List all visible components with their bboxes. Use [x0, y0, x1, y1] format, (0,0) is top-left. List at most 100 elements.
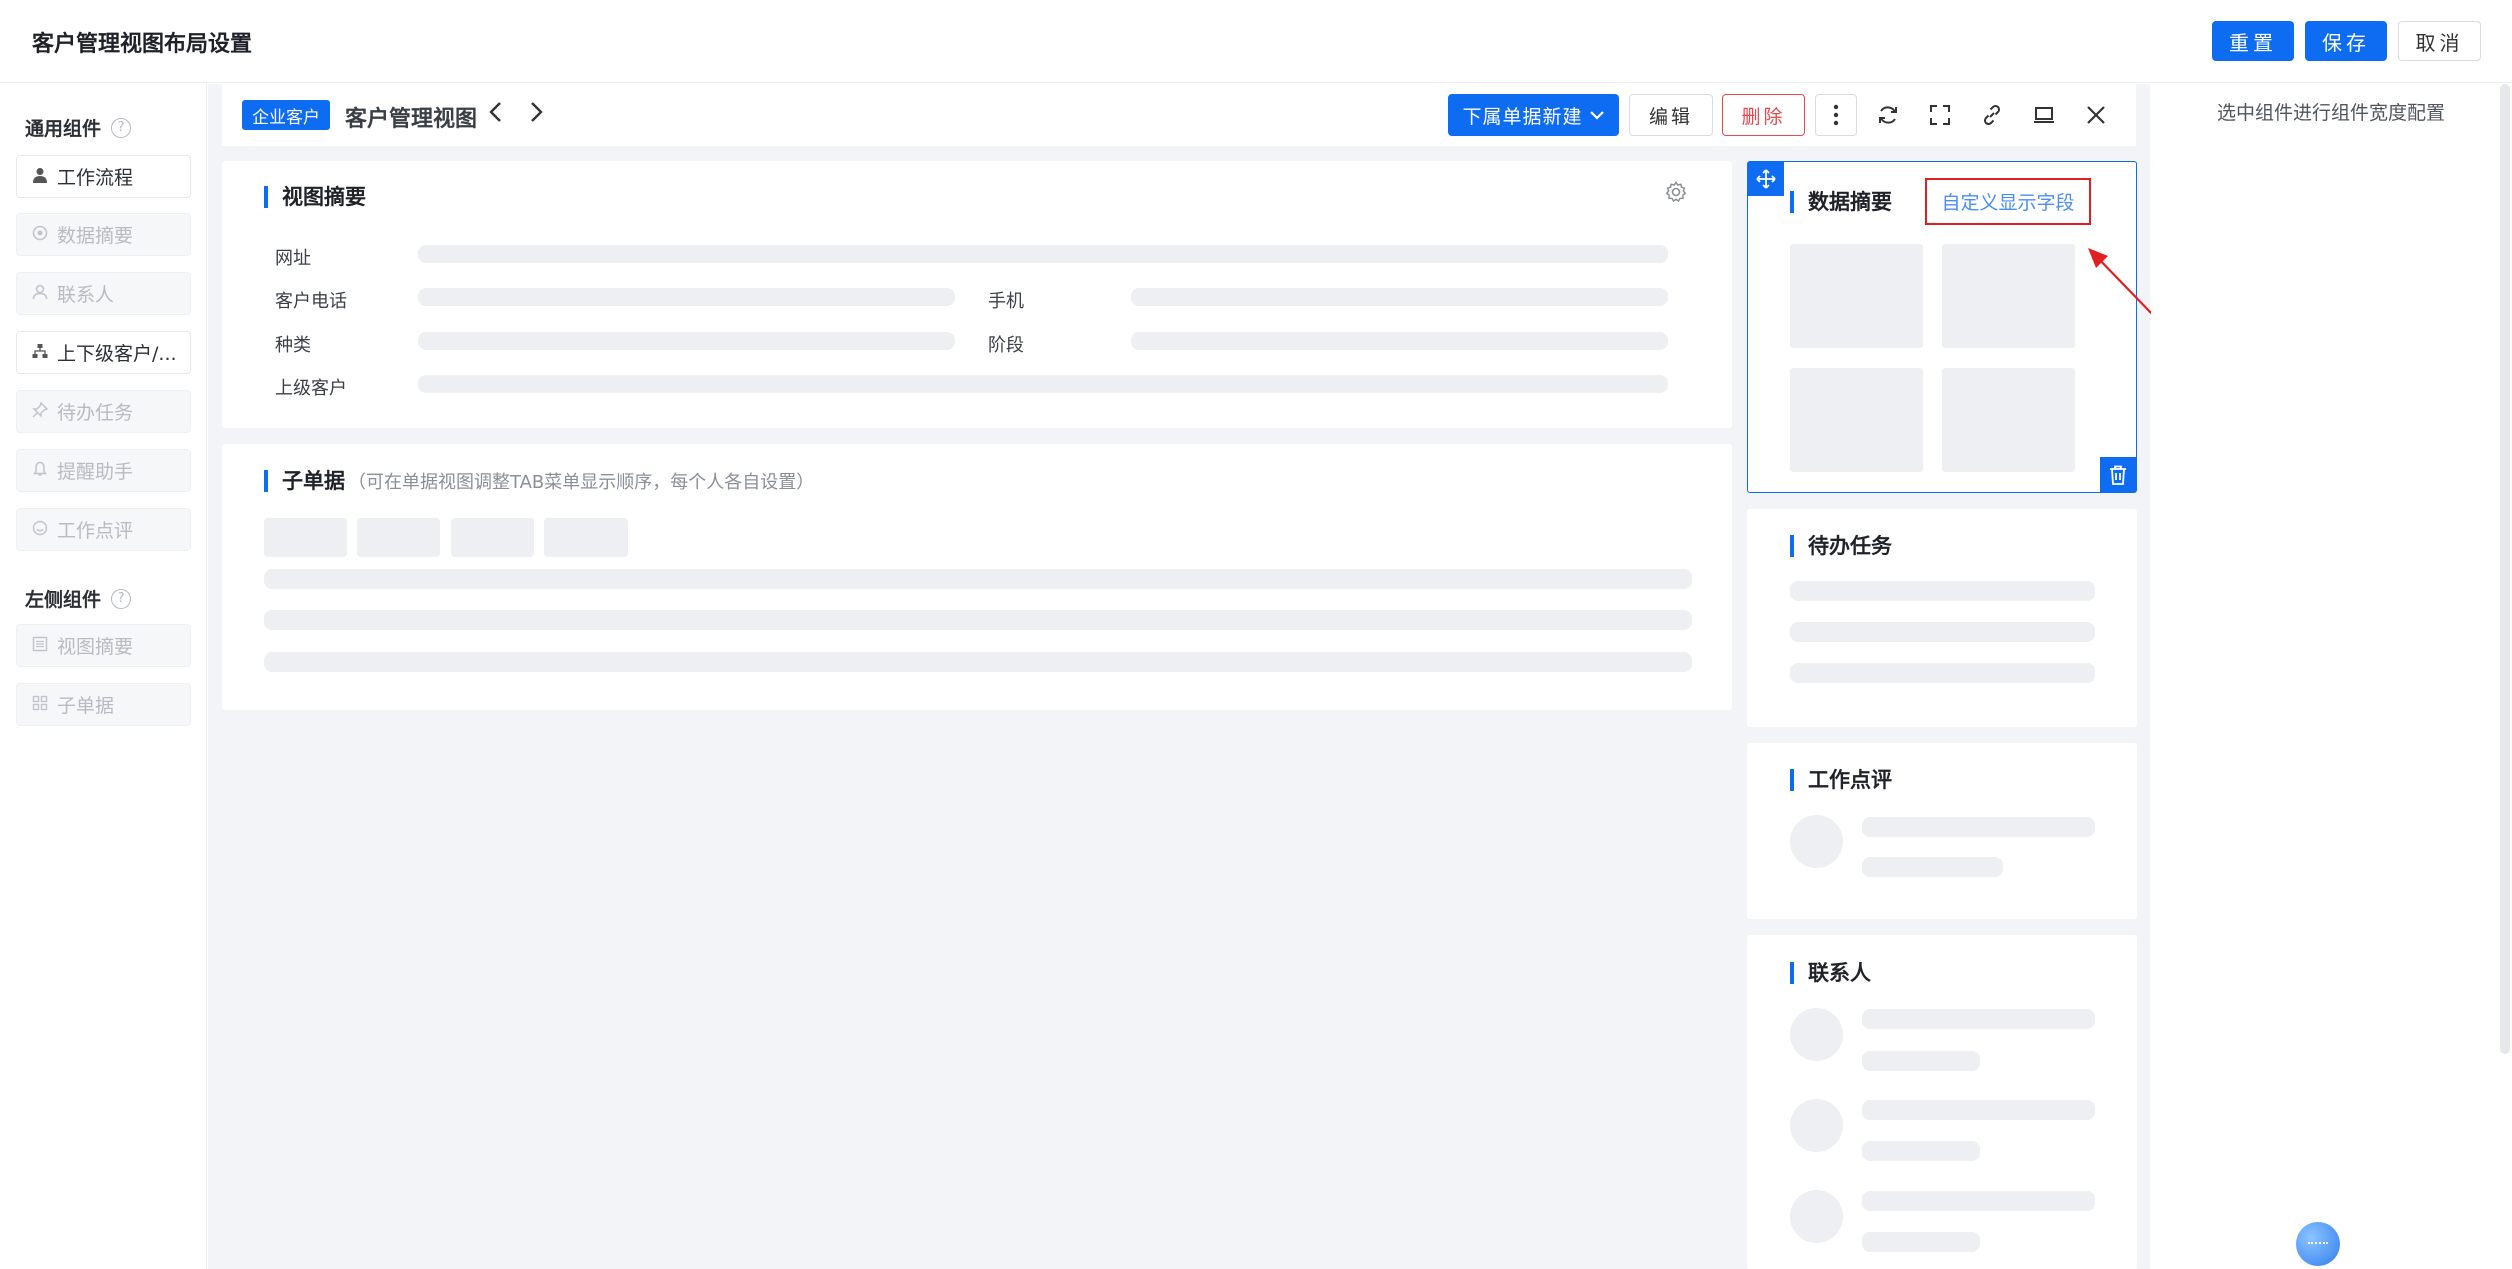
- palette-item-data-summary[interactable]: 数据摘要: [16, 213, 191, 256]
- delete-component-button[interactable]: [2100, 457, 2136, 492]
- drag-move-handle[interactable]: [1748, 162, 1784, 196]
- palette-item-label: 提醒助手: [57, 461, 134, 483]
- top-bar: 客户管理视图布局设置: [0, 0, 2512, 83]
- palette-item-label: 子单据: [57, 695, 115, 717]
- refresh-icon[interactable]: [1873, 100, 1903, 130]
- palette-item-label: 数据摘要: [57, 225, 134, 247]
- palette-item-child-docs[interactable]: 子单据: [16, 683, 191, 726]
- skeleton-bar: [1790, 581, 2095, 601]
- view-title: 客户管理视图: [345, 107, 478, 132]
- bell-icon: [31, 461, 49, 481]
- palette-item-workflow[interactable]: 工作流程: [16, 155, 191, 198]
- skeleton-bar: [264, 652, 1692, 672]
- more-button[interactable]: [1815, 94, 1857, 136]
- todo-tasks-title: 待办任务: [1790, 535, 1892, 557]
- skeleton-bar: [418, 245, 1668, 263]
- more-vertical-icon: [1833, 104, 1839, 126]
- general-components-title: 通用组件 ?: [25, 114, 132, 141]
- data-summary-title: 数据摘要: [1790, 191, 1892, 213]
- help-icon[interactable]: ?: [111, 117, 132, 138]
- skeleton-tab: [451, 518, 534, 557]
- palette-item-label: 工作流程: [57, 167, 134, 189]
- general-components-label: 通用组件: [25, 118, 102, 140]
- left-components-title: 左侧组件 ?: [25, 585, 132, 612]
- field-label-category: 种类: [275, 335, 311, 356]
- fullscreen-icon[interactable]: [1925, 100, 1955, 130]
- skeleton-tile: [1790, 368, 1923, 472]
- field-label-mobile: 手机: [988, 291, 1024, 312]
- skeleton-bar: [418, 375, 1668, 393]
- skeleton-tile: [1942, 244, 2075, 348]
- palette-item-hierarchy[interactable]: 上下级客户/...: [16, 331, 191, 374]
- skeleton-tile: [1790, 244, 1923, 348]
- skeleton-bar: [264, 569, 1692, 589]
- reset-button[interactable]: 重置: [2212, 21, 2294, 61]
- skeleton-tab: [264, 518, 347, 557]
- palette-item-todo[interactable]: 待办任务: [16, 390, 191, 433]
- palette-item-label: 待办任务: [57, 402, 134, 424]
- hierarchy-icon: [31, 343, 49, 363]
- skeleton-bar: [1862, 1051, 1980, 1071]
- skeleton-avatar: [1790, 1190, 1843, 1243]
- customer-type-tag: 企业客户: [242, 100, 330, 130]
- skeleton-bar: [1862, 1009, 2095, 1029]
- skeleton-bar: [1131, 332, 1668, 350]
- skeleton-bar: [1862, 817, 2095, 837]
- view-summary-title: 视图摘要: [264, 186, 366, 208]
- skeleton-tile: [1942, 368, 2075, 472]
- skeleton-bar: [418, 332, 955, 350]
- laptop-icon[interactable]: [2029, 100, 2059, 130]
- pin-icon: [31, 401, 49, 422]
- field-label-phone: 客户电话: [275, 291, 347, 312]
- close-icon[interactable]: [2081, 100, 2111, 130]
- skeleton-tab: [357, 518, 440, 557]
- skeleton-bar: [1131, 288, 1668, 306]
- skeleton-bar: [1790, 622, 2095, 642]
- floating-assistant-button[interactable]: [2296, 1222, 2340, 1266]
- skeleton-bar: [1862, 1100, 2095, 1120]
- config-panel: [2151, 84, 2512, 1269]
- palette-item-label: 联系人: [57, 284, 115, 306]
- palette-item-contacts[interactable]: 联系人: [16, 272, 191, 315]
- link-icon[interactable]: [1977, 100, 2007, 130]
- comment-icon: [31, 520, 49, 540]
- palette-item-reminder[interactable]: 提醒助手: [16, 449, 191, 492]
- move-icon: [1755, 168, 1777, 190]
- skeleton-bar: [264, 610, 1692, 630]
- skeleton-tab: [544, 518, 628, 557]
- person-icon: [31, 284, 49, 304]
- custom-fields-link[interactable]: 自定义显示字段: [1925, 178, 2091, 225]
- skeleton-avatar: [1790, 815, 1843, 868]
- assistant-icon: [2308, 1242, 2328, 1245]
- skeleton-bar: [1862, 1191, 2095, 1211]
- scrollbar[interactable]: [2500, 84, 2510, 1054]
- delete-button[interactable]: 删除: [1722, 94, 1805, 136]
- skeleton-avatar: [1790, 1008, 1843, 1061]
- skeleton-bar: [418, 288, 955, 306]
- save-button[interactable]: 保存: [2305, 21, 2387, 61]
- doc-icon: [31, 636, 49, 656]
- sub-document-create-button[interactable]: 下属单据新建: [1448, 94, 1619, 136]
- palette-item-label: 上下级客户/...: [57, 343, 177, 365]
- chevron-right-icon[interactable]: [524, 98, 548, 131]
- palette-item-review[interactable]: 工作点评: [16, 508, 191, 551]
- field-label-website: 网址: [275, 248, 311, 269]
- user-icon: [31, 167, 49, 187]
- settings-gear-icon[interactable]: [1664, 180, 1688, 208]
- eye-icon: [31, 225, 49, 245]
- child-documents-hint: （可在单据视图调整TAB菜单显示顺序，每个人各自设置）: [348, 472, 815, 493]
- page-title: 客户管理视图布局设置: [32, 32, 253, 57]
- palette-item-view-summary[interactable]: 视图摘要: [16, 624, 191, 667]
- edit-button[interactable]: 编辑: [1629, 94, 1713, 136]
- contacts-title: 联系人: [1790, 962, 1871, 984]
- child-documents-title: 子单据: [264, 470, 345, 492]
- help-icon[interactable]: ?: [111, 588, 132, 609]
- skeleton-bar: [1862, 1141, 1980, 1161]
- left-components-label: 左侧组件: [25, 589, 102, 611]
- chevron-left-icon[interactable]: [484, 98, 508, 131]
- work-review-title: 工作点评: [1790, 769, 1892, 791]
- component-palette: [0, 84, 207, 1269]
- cancel-button[interactable]: 取消: [2398, 21, 2481, 61]
- palette-item-label: 工作点评: [57, 520, 134, 542]
- skeleton-bar: [1790, 663, 2095, 683]
